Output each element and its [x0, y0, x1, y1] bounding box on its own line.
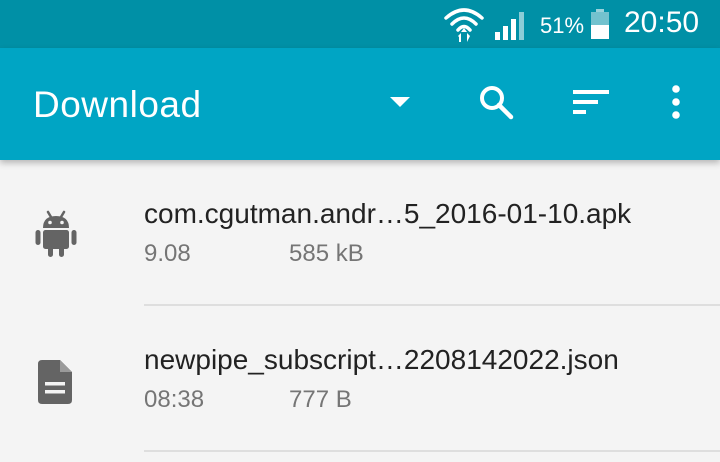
file-name: newpipe_subscript…2208142022.json	[144, 344, 619, 375]
android-icon	[34, 208, 78, 258]
battery-percent: 51%	[540, 13, 585, 38]
file-date: 9.08	[144, 240, 191, 267]
more-vert-icon	[671, 84, 681, 124]
status-bar: 51% 20:50	[0, 0, 720, 48]
file-size: 585 kB	[289, 240, 364, 267]
signal-icon	[494, 10, 528, 45]
app-bar: Download	[0, 48, 720, 160]
document-icon	[34, 358, 78, 408]
search-icon	[478, 84, 514, 125]
more-options-button[interactable]	[648, 76, 704, 132]
sort-button[interactable]	[563, 76, 619, 132]
clock: 20:50	[624, 6, 700, 39]
page-title: Download	[33, 84, 202, 125]
battery-icon	[590, 9, 610, 44]
file-name: com.cgutman.andr…5_2016-01-10.apk	[144, 198, 632, 229]
dropdown-arrow-icon	[388, 95, 412, 114]
location-dropdown-button[interactable]	[372, 76, 428, 132]
list-item[interactable]: com.cgutman.andr…5_2016-01-10.apk 9.08 5…	[0, 160, 720, 306]
search-button[interactable]	[468, 76, 524, 132]
list-item[interactable]: newpipe_subscript…2208142022.json 08:38 …	[0, 306, 720, 452]
divider	[144, 450, 720, 452]
file-size: 777 B	[289, 386, 352, 413]
wifi-icon	[444, 6, 484, 47]
sort-icon	[572, 88, 610, 121]
file-date: 08:38	[144, 386, 205, 413]
file-list: com.cgutman.andr…5_2016-01-10.apk 9.08 5…	[0, 160, 720, 462]
